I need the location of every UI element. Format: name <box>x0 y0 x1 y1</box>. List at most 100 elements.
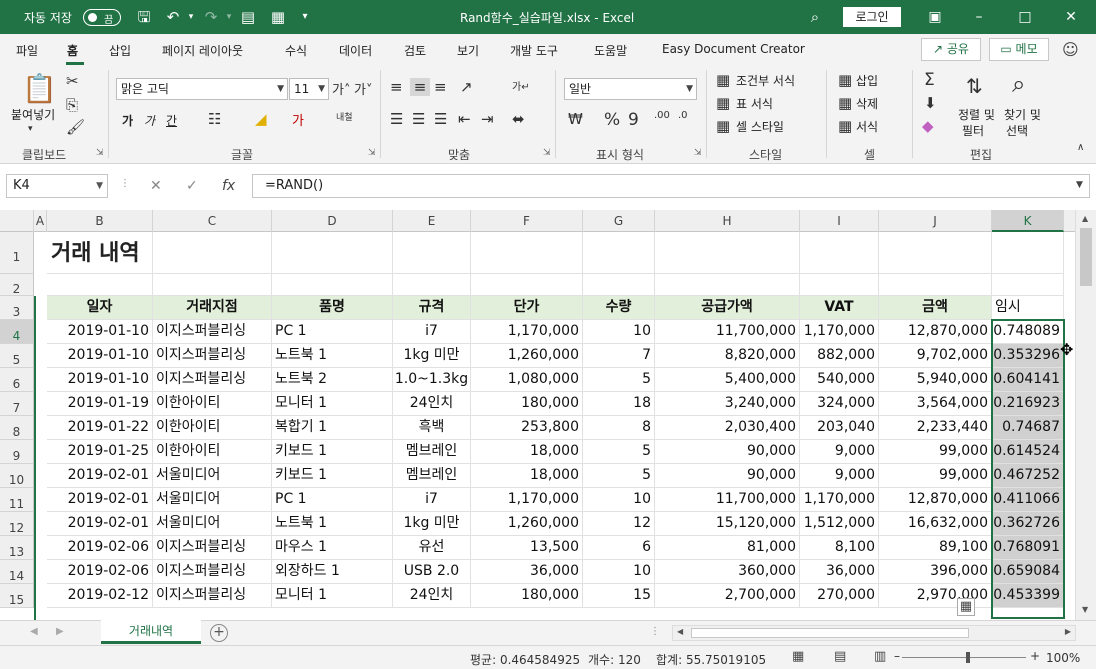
font-name-select[interactable]: 맑은 고딕 ▼ <box>116 78 288 100</box>
percent-icon[interactable]: % <box>604 110 620 130</box>
cell-quantity[interactable]: 15 <box>583 584 655 608</box>
row-header[interactable]: 14 <box>0 560 34 584</box>
align-right-icon[interactable]: ☰ <box>434 110 447 128</box>
tab-easy-document-creator[interactable]: Easy Document Creator <box>662 42 805 56</box>
cell-vat[interactable]: 882,000 <box>800 344 879 368</box>
cell-amount[interactable]: 396,000 <box>879 560 992 584</box>
column-header-b[interactable]: B <box>47 210 153 232</box>
customize-qat-icon[interactable]: ▾ <box>296 8 314 26</box>
cell-unit-price[interactable]: 13,500 <box>471 536 583 560</box>
cell-amount[interactable]: 99,000 <box>879 464 992 488</box>
cell-date[interactable]: 2019-02-01 <box>47 512 153 536</box>
search-icon[interactable]: ⌕ <box>806 8 824 26</box>
cell[interactable] <box>800 232 879 274</box>
cell-spec[interactable]: i7 <box>393 488 471 512</box>
column-header-f[interactable]: F <box>471 210 583 232</box>
cell-amount[interactable]: 5,940,000 <box>879 368 992 392</box>
cell-spec[interactable]: USB 2.0 <box>393 560 471 584</box>
phonetic-icon[interactable]: 내철 <box>336 110 353 123</box>
cell-branch[interactable]: 이지스퍼블리싱 <box>153 368 272 392</box>
column-title-unit-price[interactable]: 단가 <box>471 296 583 320</box>
cell-branch[interactable]: 이지스퍼블리싱 <box>153 536 272 560</box>
cell[interactable] <box>800 274 879 296</box>
cell-spec[interactable]: 1.0~1.3kg <box>393 368 471 392</box>
cell-supply-amount[interactable]: 11,700,000 <box>655 320 800 344</box>
cell-vat[interactable]: 1,512,000 <box>800 512 879 536</box>
cell-supply-amount[interactable]: 81,000 <box>655 536 800 560</box>
font-color-icon[interactable]: 가 <box>292 110 304 129</box>
row-header[interactable]: 5 <box>0 344 34 368</box>
font-launcher-icon[interactable]: ⇲ <box>368 148 376 158</box>
cell-supply-amount[interactable]: 360,000 <box>655 560 800 584</box>
comma-style-icon[interactable]: 9 <box>628 110 639 130</box>
cell-temp[interactable]: 0.453399 <box>992 584 1064 608</box>
cell-spec[interactable]: i7 <box>393 320 471 344</box>
tab-formulas[interactable]: 수식 <box>285 42 307 59</box>
cell-supply-amount[interactable]: 8,820,000 <box>655 344 800 368</box>
column-title-supply-amount[interactable]: 공급가액 <box>655 296 800 320</box>
cell-quantity[interactable]: 5 <box>583 464 655 488</box>
cell[interactable] <box>992 232 1064 274</box>
cell-temp[interactable]: 0.659084 <box>992 560 1064 584</box>
row-header[interactable]: 3 <box>0 296 34 320</box>
cell[interactable] <box>272 232 393 274</box>
cell[interactable] <box>47 274 153 296</box>
cell-branch[interactable]: 이한아이티 <box>153 392 272 416</box>
cell-amount[interactable]: 3,564,000 <box>879 392 992 416</box>
cell-spec[interactable]: 1kg 미만 <box>393 344 471 368</box>
cell-vat[interactable]: 9,000 <box>800 440 879 464</box>
cell-temp[interactable]: 0.604141 <box>992 368 1064 392</box>
find-select-icon[interactable]: ⌕ <box>1012 70 1025 98</box>
cell-quantity[interactable]: 8 <box>583 416 655 440</box>
fill-icon[interactable]: ⬇ <box>924 94 937 112</box>
cell-vat[interactable]: 8,100 <box>800 536 879 560</box>
cell-spec[interactable]: 24인치 <box>393 392 471 416</box>
column-header-d[interactable]: D <box>272 210 393 232</box>
tab-data[interactable]: 데이터 <box>339 42 372 59</box>
cell-quantity[interactable]: 10 <box>583 488 655 512</box>
cell-vat[interactable]: 36,000 <box>800 560 879 584</box>
cell-quantity[interactable]: 12 <box>583 512 655 536</box>
scroll-right-icon[interactable]: ▶ <box>1065 627 1071 636</box>
autosave-toggle[interactable]: 끔 <box>83 9 121 26</box>
cell-date[interactable]: 2019-02-06 <box>47 560 153 584</box>
cell-item[interactable]: 외장하드 1 <box>272 560 393 584</box>
cell-vat[interactable]: 1,170,000 <box>800 488 879 512</box>
column-header-h[interactable]: H <box>655 210 800 232</box>
cell-quantity[interactable]: 5 <box>583 440 655 464</box>
cell-unit-price[interactable]: 1,080,000 <box>471 368 583 392</box>
cell-date[interactable]: 2019-01-19 <box>47 392 153 416</box>
cell-supply-amount[interactable]: 2,030,400 <box>655 416 800 440</box>
scroll-left-icon[interactable]: ◀ <box>677 627 683 636</box>
horizontal-scroll-thumb[interactable] <box>691 628 969 638</box>
cell-supply-amount[interactable]: 90,000 <box>655 464 800 488</box>
column-header-a[interactable]: A <box>34 210 47 232</box>
cell-unit-price[interactable]: 1,170,000 <box>471 488 583 512</box>
find-select-label-2[interactable]: 선택 <box>1006 122 1028 139</box>
cell-temp[interactable]: 0.467252 <box>992 464 1064 488</box>
cell-temp[interactable]: 0.353296 <box>992 344 1064 368</box>
cell[interactable] <box>153 232 272 274</box>
autosum-icon[interactable]: Σ <box>924 70 935 90</box>
bold-button[interactable]: 가 <box>122 112 133 129</box>
delete-cells-button[interactable]: 삭제 <box>856 95 878 112</box>
tab-view[interactable]: 보기 <box>457 42 479 59</box>
horizontal-scrollbar[interactable]: ◀ ▶ <box>672 625 1076 641</box>
cell[interactable] <box>655 274 800 296</box>
feedback-icon[interactable]: ☺ <box>1062 40 1079 59</box>
underline-button[interactable]: 간 <box>166 112 177 129</box>
cell-temp[interactable]: 0.768091 <box>992 536 1064 560</box>
cell[interactable] <box>153 274 272 296</box>
table-icon[interactable]: ▦ <box>269 8 287 26</box>
save-icon[interactable]: 🖫 <box>135 8 153 26</box>
cell-vat[interactable]: 203,040 <box>800 416 879 440</box>
cell-branch[interactable]: 서울미디어 <box>153 512 272 536</box>
cell-vat[interactable]: 9,000 <box>800 464 879 488</box>
cell[interactable] <box>879 274 992 296</box>
cell-item[interactable]: PC 1 <box>272 488 393 512</box>
cell-quantity[interactable]: 7 <box>583 344 655 368</box>
cell[interactable] <box>583 232 655 274</box>
cell-vat[interactable]: 324,000 <box>800 392 879 416</box>
cell[interactable] <box>879 232 992 274</box>
insert-cells-button[interactable]: 삽입 <box>856 72 878 89</box>
